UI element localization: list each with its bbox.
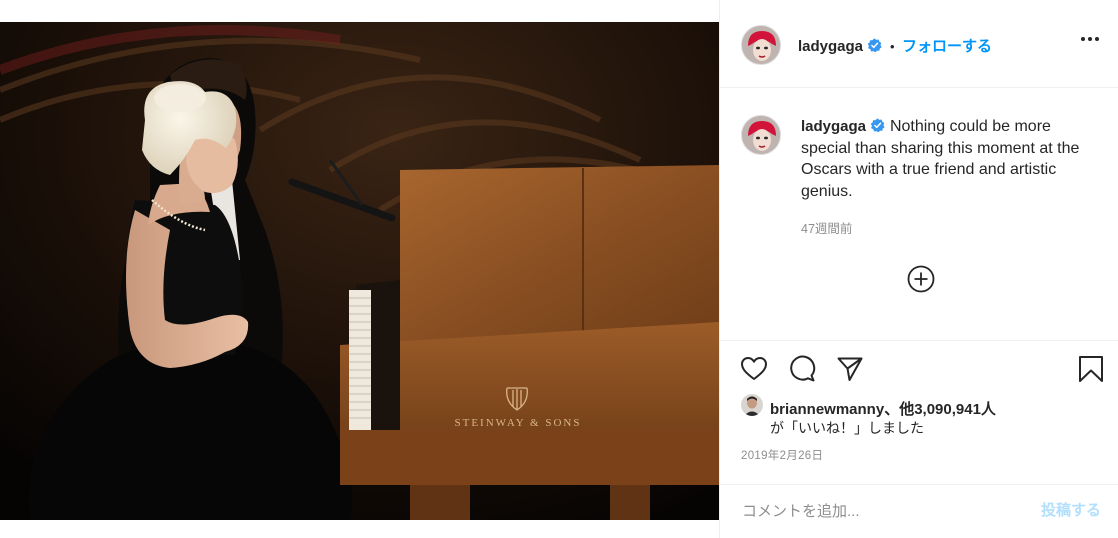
header-username[interactable]: ladygaga [798, 38, 863, 55]
photo-bottom-margin [0, 520, 719, 538]
verified-badge-icon [868, 38, 883, 53]
liker-avatar[interactable] [741, 394, 763, 416]
plus-circle-icon [907, 265, 935, 293]
follow-button[interactable]: フォローする [902, 38, 992, 55]
comment-input[interactable] [740, 495, 1024, 527]
verified-badge-icon [871, 118, 886, 133]
likes-summary: briannewmanny、他3,090,941人 [770, 398, 996, 419]
heart-outline-icon [741, 357, 767, 380]
post-comment-button[interactable]: 投稿する [1041, 499, 1101, 520]
header-author-line: ladygaga • フォローする [798, 35, 992, 56]
like-button[interactable] [740, 355, 768, 383]
share-button[interactable] [836, 355, 864, 383]
likes-suffix: が「いいね！」しました [770, 420, 924, 436]
steinway-brand-text: STEINWAY & SONS [455, 417, 582, 429]
more-horizontal-icon [1081, 37, 1085, 41]
avatar-image [742, 116, 780, 154]
caption: ladygaga Nothing could be more special t… [801, 116, 1096, 202]
comment-bubble-icon [790, 355, 816, 382]
post-header: ladygaga • フォローする [720, 0, 1118, 88]
save-button[interactable] [1077, 355, 1105, 383]
likes-count[interactable]: 、他3,090,941人 [884, 401, 996, 418]
photo-image: STEINWAY & SONS [0, 0, 719, 538]
caption-time-ago[interactable]: 47週間前 [801, 218, 852, 237]
caption-avatar[interactable] [741, 115, 781, 155]
more-options-button[interactable] [1081, 36, 1101, 42]
liker-username[interactable]: briannewmanny [770, 401, 884, 418]
photo-top-margin [0, 0, 719, 22]
author-avatar[interactable] [741, 25, 781, 65]
add-comment-section: 投稿する [720, 484, 1118, 538]
caption-username[interactable]: ladygaga [801, 118, 866, 135]
header-separator: • [889, 39, 895, 54]
bookmark-icon [1079, 356, 1103, 382]
avatar-image [742, 26, 780, 64]
load-more-comments-button[interactable] [907, 265, 935, 293]
post-date[interactable]: 2019年2月26日 [741, 447, 823, 463]
comment-button[interactable] [788, 355, 816, 383]
post-actions: briannewmanny、他3,090,941人 が「いいね！」しました 20… [720, 340, 1118, 500]
avatar-image [741, 394, 763, 416]
post-photo[interactable]: STEINWAY & SONS [0, 0, 719, 538]
post-side-panel: ladygaga • フォローする ladygaga Nothing could… [719, 0, 1118, 538]
paper-plane-icon [837, 357, 863, 381]
